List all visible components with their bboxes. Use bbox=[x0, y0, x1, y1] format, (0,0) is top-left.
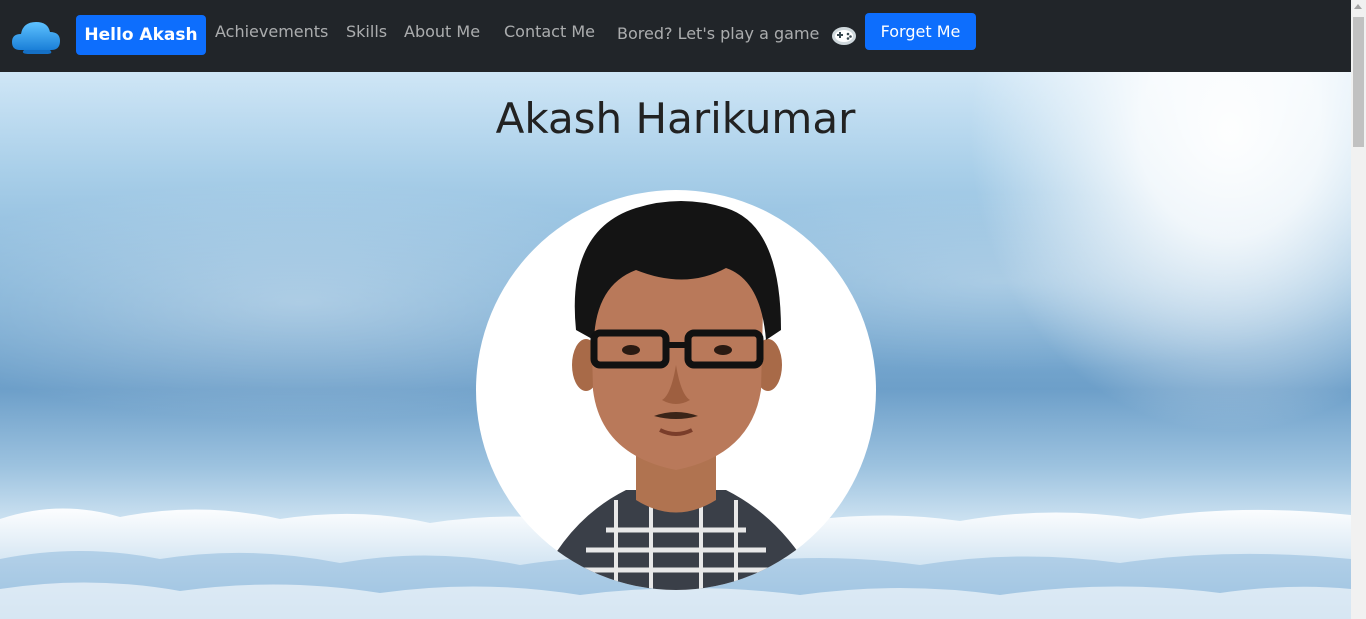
hello-user-button[interactable]: Hello Akash bbox=[76, 15, 206, 55]
navbar: Hello Akash Achievements Skills About Me… bbox=[0, 0, 1351, 72]
nav-link-contact-me[interactable]: Contact Me bbox=[504, 20, 595, 44]
profile-photo bbox=[536, 201, 821, 590]
gamepad-icon[interactable] bbox=[830, 23, 858, 47]
scroll-up-arrow-icon[interactable] bbox=[1354, 4, 1362, 9]
hero-section: Akash Harikumar bbox=[0, 72, 1351, 619]
forget-me-button[interactable]: Forget Me bbox=[865, 13, 976, 50]
page: Hello Akash Achievements Skills About Me… bbox=[0, 0, 1366, 619]
nav-link-skills[interactable]: Skills bbox=[346, 20, 387, 44]
nav-link-play-game[interactable]: Bored? Let's play a game bbox=[617, 22, 819, 46]
nav-link-achievements[interactable]: Achievements bbox=[215, 20, 328, 44]
avatar bbox=[476, 190, 876, 590]
scrollbar-thumb[interactable] bbox=[1353, 17, 1364, 147]
cloud-logo-icon[interactable] bbox=[10, 16, 62, 56]
nav-link-about-me[interactable]: About Me bbox=[404, 20, 480, 44]
page-title: Akash Harikumar bbox=[495, 94, 856, 143]
